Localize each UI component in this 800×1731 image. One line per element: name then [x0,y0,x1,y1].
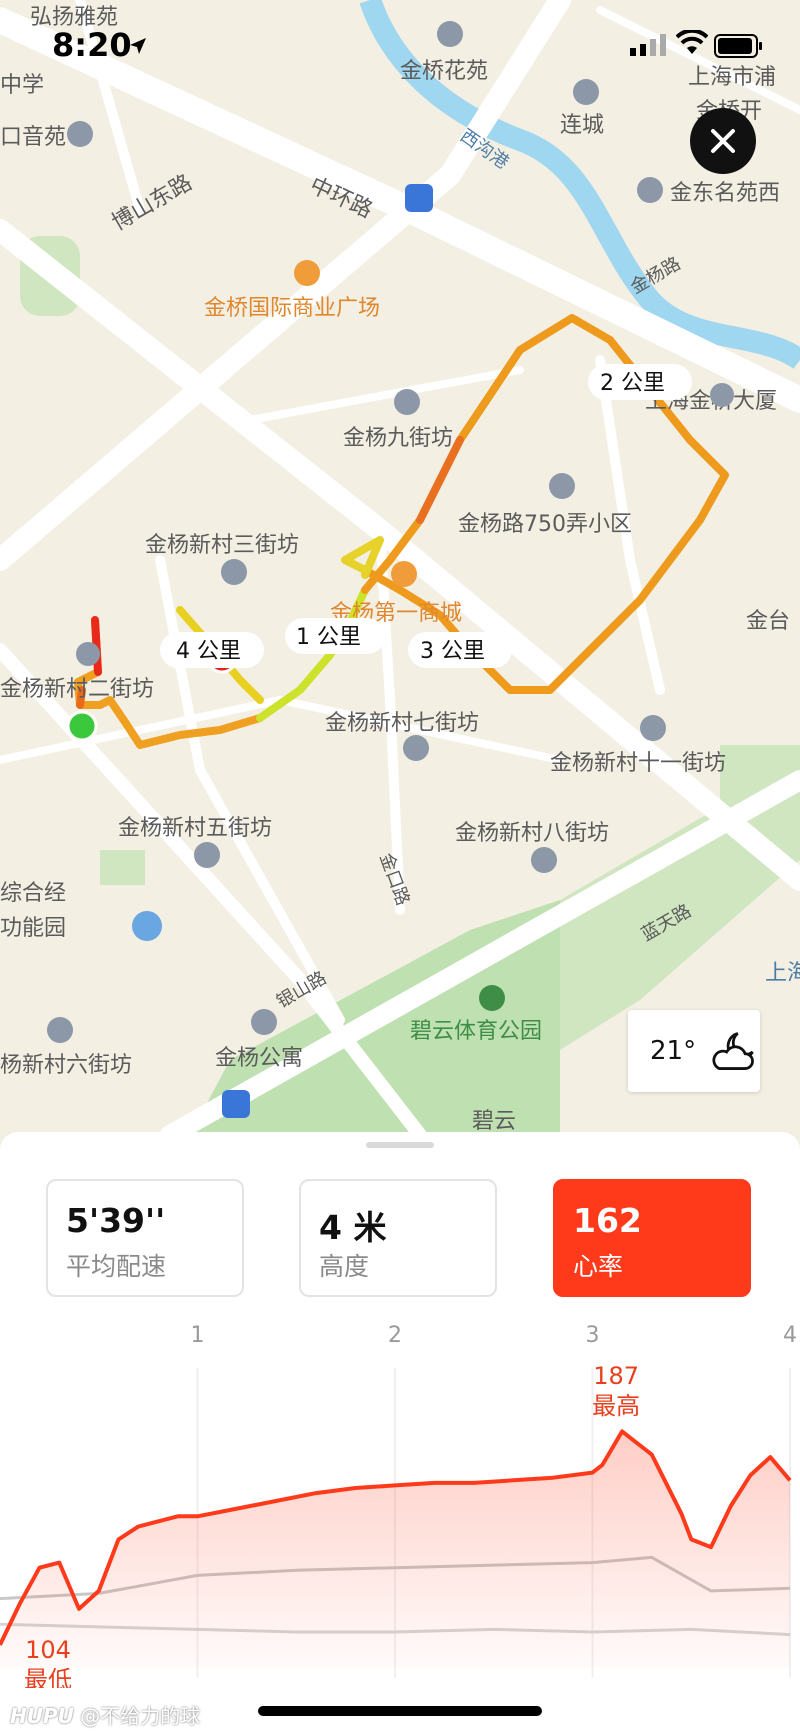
metro-icon [405,184,433,212]
building-icon [251,1009,277,1035]
elevation-label: 高度 [319,1252,370,1281]
location-arrow-icon [130,38,146,54]
chart-x-ticks: 1 2 3 4 [191,1323,798,1348]
km-marker-2: 2 公里 [600,371,665,396]
max-caption-label: 最高 [592,1392,640,1420]
close-button[interactable] [690,108,756,174]
km-marker-4: 4 公里 [176,639,241,664]
watermark: HUPU @不给力的球 [10,1700,200,1729]
heart-rate-value: 162 [573,1201,642,1240]
map-label: 金杨公寓 [215,1046,303,1071]
building-icon [221,559,247,585]
wifi-icon [676,30,708,54]
building-icon [640,715,666,741]
map-label: 金杨路750弄小区 [458,512,632,537]
weather-badge: 21° [628,1010,760,1092]
map-label: 连城 [560,113,604,138]
watermark-brand: HUPU [10,1704,74,1728]
start-point[interactable] [66,710,98,742]
building-icon [394,389,420,415]
map-label: 金台 [746,609,790,634]
park-icon [479,985,505,1011]
battery-icon [714,34,762,58]
map-label: 金杨新村三街坊 [145,533,299,558]
map-label: 金杨新村八街坊 [455,821,609,846]
close-icon [711,129,735,153]
max-value-label: 187 [593,1362,639,1390]
x-tick-label: 1 [191,1323,205,1348]
min-value-label: 104 [25,1636,71,1664]
map-label: 金杨九街坊 [343,426,453,451]
map-label: 碧云体育公园 [410,1019,542,1044]
signal-icon [630,34,666,56]
heart-rate-label: 心率 [573,1252,624,1281]
building-icon [549,473,575,499]
map-label: 金杨新村十一街坊 [550,751,726,776]
building-icon [531,847,557,873]
map-label: 金杨新村七街坊 [325,711,479,736]
pace-label: 平均配速 [66,1252,167,1281]
partly-cloudy-night-icon [712,1032,754,1070]
km-marker-1: 1 公里 [296,625,361,650]
heart-rate-chart[interactable]: 1 2 3 4 187最高 104最低 [0,1308,800,1688]
map-label: 功能园 [0,916,66,941]
weather-temperature: 21° [650,1036,697,1066]
map-view[interactable]: 弘扬雅苑 金桥花苑 上海市浦 金桥开 中学 口音苑 西沟港 连城 博山东路 中环… [0,0,800,1135]
status-time: 8:20 [52,26,132,64]
map-label: 金杨新村二街坊 [0,677,154,702]
map-label: 金桥国际商业广场 [204,296,380,321]
building-icon [194,842,220,868]
map-label: 碧云 [472,1109,516,1134]
x-tick-label: 2 [388,1323,402,1348]
building-icon [637,177,663,203]
building-icon [47,1017,73,1043]
shopping-icon [391,561,417,587]
watermark-text: @不给力的球 [80,1704,201,1728]
heart-rate-card[interactable]: 162 心率 [553,1179,751,1297]
map-label: 金东名苑西 [670,181,780,206]
sheet-grabber[interactable] [366,1142,434,1148]
pace-card[interactable]: 5'39'' 平均配速 [46,1179,244,1297]
workout-detail-sheet[interactable]: 5'39'' 平均配速 4 米 高度 162 心率 1 2 3 4 187 最高 104 最… [0,1132,800,1731]
map-label: 杨新村六街坊 [0,1053,132,1078]
min-caption-label: 最低 [24,1666,72,1688]
pace-value: 5'39'' [66,1201,166,1240]
elevation-value: 4 米 [319,1208,387,1247]
shopping-icon [294,260,320,286]
bank-icon [132,911,162,941]
x-tick-label: 4 [783,1323,797,1348]
map-label: 口音苑 [0,125,66,150]
map-label: 金杨新村五街坊 [118,816,272,841]
building-icon [67,121,93,147]
home-indicator[interactable] [258,1706,542,1716]
km-marker-3: 3 公里 [420,639,485,664]
status-bar: 8:20 [0,0,800,95]
map-label: 上海 [765,961,800,986]
elevation-card[interactable]: 4 米 高度 [299,1179,497,1297]
building-icon [76,642,100,666]
map-label: 综合经 [0,881,66,906]
metro-icon [222,1090,250,1118]
building-icon [710,383,734,407]
building-icon [403,735,429,761]
x-tick-label: 3 [586,1323,600,1348]
